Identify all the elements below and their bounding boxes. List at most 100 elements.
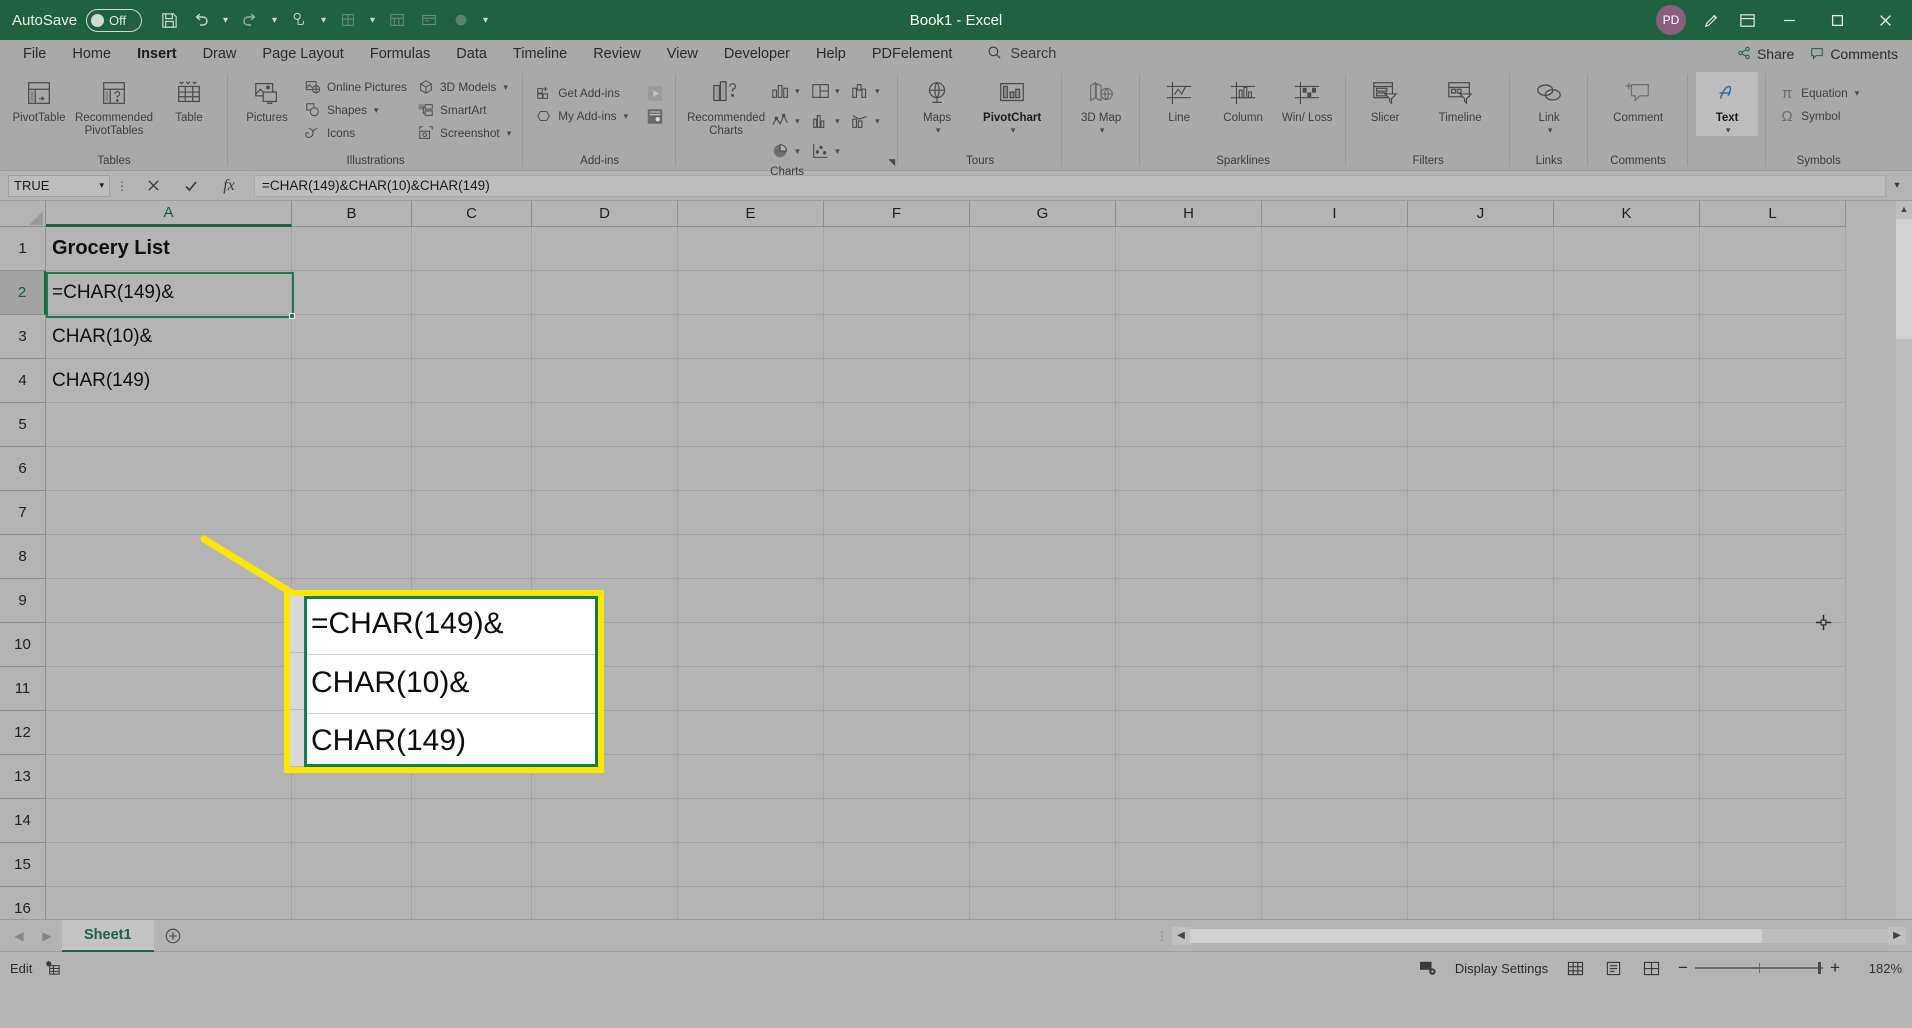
timeline-button[interactable]: Timeline	[1418, 72, 1502, 125]
cell-L7[interactable]	[1700, 491, 1846, 535]
get-addins-button[interactable]: Get Add-ins	[531, 82, 632, 104]
column-header-L[interactable]: L	[1700, 201, 1846, 227]
cell-E2[interactable]	[678, 271, 824, 315]
tab-view[interactable]: View	[654, 40, 711, 68]
autosave-control[interactable]: AutoSave Off	[12, 8, 143, 32]
cell-I14[interactable]	[1262, 799, 1408, 843]
cell-E3[interactable]	[678, 315, 824, 359]
row-header-4[interactable]: 4	[0, 359, 46, 403]
cell-L14[interactable]	[1700, 799, 1846, 843]
cell-K4[interactable]	[1554, 359, 1700, 403]
cell-E16[interactable]	[678, 887, 824, 919]
sheet-nav-prev-icon[interactable]: ◀	[6, 929, 32, 943]
cell-L11[interactable]	[1700, 667, 1846, 711]
cell-I7[interactable]	[1262, 491, 1408, 535]
cell-J6[interactable]	[1408, 447, 1554, 491]
name-box[interactable]: TRUE ▾	[8, 174, 110, 197]
cell-C16[interactable]	[412, 887, 532, 919]
cell-E5[interactable]	[678, 403, 824, 447]
cell-A13[interactable]	[46, 755, 292, 799]
cell-K10[interactable]	[1554, 623, 1700, 667]
chevron-down-icon[interactable]: ▾	[1100, 125, 1105, 136]
chevron-down-icon[interactable]: ▾	[936, 125, 941, 136]
redo-icon[interactable]	[235, 5, 265, 35]
tab-draw[interactable]: Draw	[190, 40, 250, 68]
cell-G7[interactable]	[970, 491, 1116, 535]
chevron-down-icon[interactable]: ▾	[835, 86, 840, 97]
cell-E1[interactable]	[678, 227, 824, 271]
cell-K12[interactable]	[1554, 711, 1700, 755]
cell-C8[interactable]	[412, 535, 532, 579]
cell-A12[interactable]	[46, 711, 292, 755]
cell-B2[interactable]	[292, 271, 412, 315]
cell-K1[interactable]	[1554, 227, 1700, 271]
equation-button[interactable]: π Equation ▾	[1774, 82, 1863, 104]
column-header-K[interactable]: K	[1554, 201, 1700, 227]
cell-L13[interactable]	[1700, 755, 1846, 799]
display-settings-icon[interactable]	[1417, 958, 1439, 978]
pen-icon[interactable]	[1694, 3, 1728, 37]
cell-I4[interactable]	[1262, 359, 1408, 403]
cell-E12[interactable]	[678, 711, 824, 755]
scroll-left-button[interactable]: ◀	[1172, 926, 1190, 945]
cell-F4[interactable]	[824, 359, 970, 403]
zoom-slider[interactable]: − +	[1678, 958, 1840, 978]
vertical-scroll-thumb[interactable]	[1896, 219, 1912, 339]
cell-E8[interactable]	[678, 535, 824, 579]
cell-I5[interactable]	[1262, 403, 1408, 447]
cell-F8[interactable]	[824, 535, 970, 579]
row-header-2[interactable]: 2	[0, 271, 46, 315]
cell-I13[interactable]	[1262, 755, 1408, 799]
tab-data[interactable]: Data	[443, 40, 500, 68]
symbol-button[interactable]: Ω Symbol	[1774, 105, 1863, 127]
cell-E7[interactable]	[678, 491, 824, 535]
chevron-down-icon[interactable]: ▾	[835, 146, 840, 157]
chevron-down-icon[interactable]: ▾	[99, 180, 104, 191]
cell-H16[interactable]	[1116, 887, 1262, 919]
cell-A9[interactable]	[46, 579, 292, 623]
column-header-D[interactable]: D	[532, 201, 678, 227]
cell-C15[interactable]	[412, 843, 532, 887]
smartart-button[interactable]: SmartArt	[413, 99, 515, 121]
cell-G6[interactable]	[970, 447, 1116, 491]
cell-C6[interactable]	[412, 447, 532, 491]
cell-I9[interactable]	[1262, 579, 1408, 623]
row-header-14[interactable]: 14	[0, 799, 46, 843]
row-header-8[interactable]: 8	[0, 535, 46, 579]
fill-handle[interactable]	[289, 313, 295, 319]
cell-F9[interactable]	[824, 579, 970, 623]
cell-D3[interactable]	[532, 315, 678, 359]
cell-K8[interactable]	[1554, 535, 1700, 579]
recommended-pivot-tables-button[interactable]: Recommended PivotTables	[72, 72, 156, 138]
cell-D6[interactable]	[532, 447, 678, 491]
cell-H9[interactable]	[1116, 579, 1262, 623]
horizontal-scroll-thumb[interactable]	[1190, 928, 1763, 943]
cell-H12[interactable]	[1116, 711, 1262, 755]
cell-C1[interactable]	[412, 227, 532, 271]
row-header-3[interactable]: 3	[0, 315, 46, 359]
page-layout-view-icon[interactable]	[1602, 958, 1624, 978]
cell-E13[interactable]	[678, 755, 824, 799]
row-header-15[interactable]: 15	[0, 843, 46, 887]
cell-F6[interactable]	[824, 447, 970, 491]
cell-G16[interactable]	[970, 887, 1116, 919]
cell-A7[interactable]	[46, 491, 292, 535]
cell-E15[interactable]	[678, 843, 824, 887]
cell-B3[interactable]	[292, 315, 412, 359]
touch-caret-icon[interactable]: ▾	[316, 5, 331, 35]
record-macro-icon[interactable]	[42, 958, 64, 978]
cell-A16[interactable]	[46, 887, 292, 919]
cell-A5[interactable]	[46, 403, 292, 447]
column-chart-button[interactable]: ▾	[770, 76, 810, 106]
tab-formulas[interactable]: Formulas	[357, 40, 443, 68]
column-header-F[interactable]: F	[824, 201, 970, 227]
cell-F5[interactable]	[824, 403, 970, 447]
recommended-charts-button[interactable]: Recommended Charts	[684, 72, 768, 138]
sheet-nav-next-icon[interactable]: ▶	[34, 929, 60, 943]
chevron-down-icon[interactable]: ▾	[835, 116, 840, 127]
cell-H15[interactable]	[1116, 843, 1262, 887]
vertical-scrollbar[interactable]: ▲	[1896, 201, 1912, 919]
3d-models-button[interactable]: 3D Models ▾	[413, 76, 515, 98]
cell-F12[interactable]	[824, 711, 970, 755]
row-header-10[interactable]: 10	[0, 623, 46, 667]
